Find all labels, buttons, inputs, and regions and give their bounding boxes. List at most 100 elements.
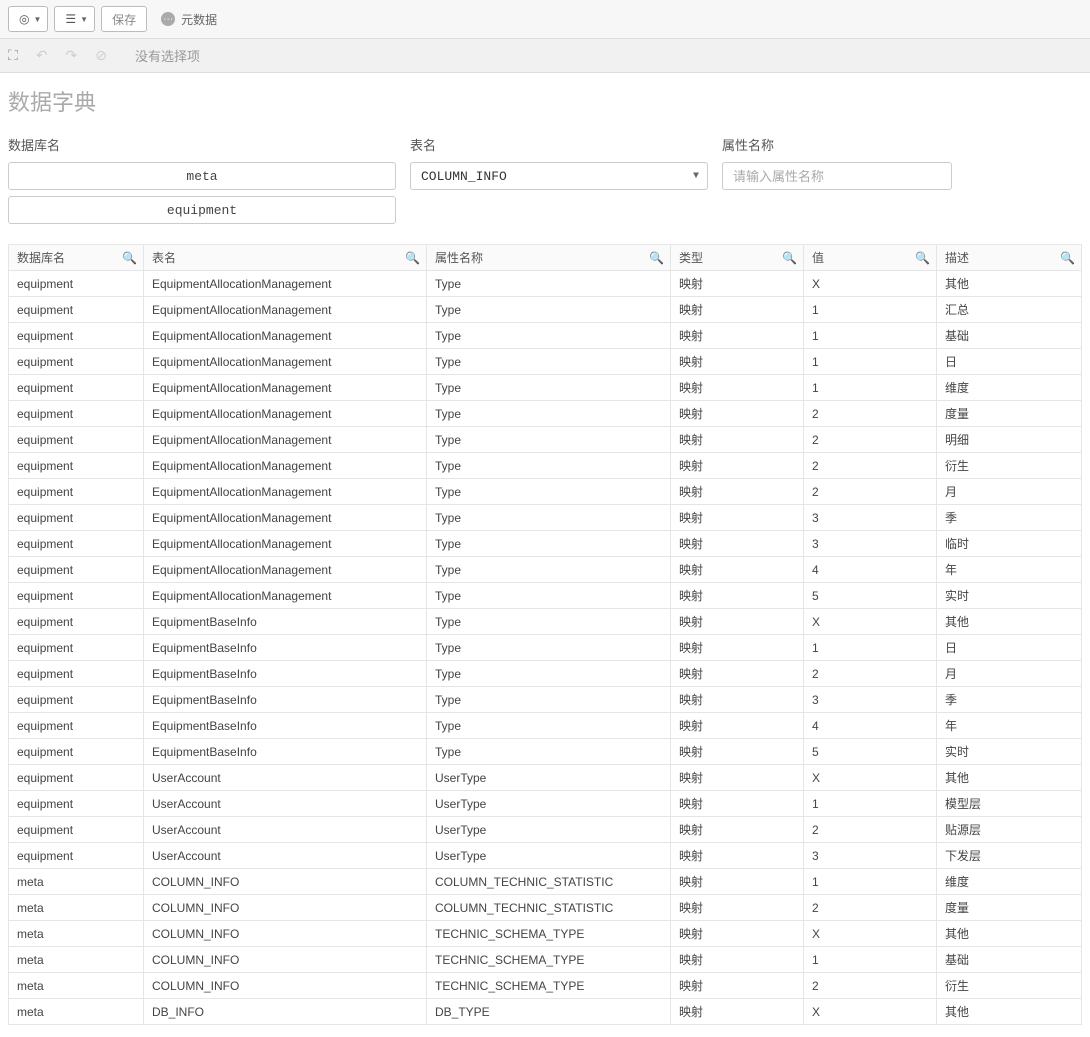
- prop-input[interactable]: [722, 162, 952, 190]
- redo-icon[interactable]: ↷: [66, 47, 78, 64]
- cell-type: 映射: [671, 765, 804, 791]
- table-row[interactable]: equipmentEquipmentBaseInfoType映射5实时: [9, 739, 1082, 765]
- cell-prop: TECHNIC_SCHEMA_TYPE: [427, 973, 671, 999]
- table-row[interactable]: equipmentEquipmentAllocationManagementTy…: [9, 479, 1082, 505]
- table-row[interactable]: equipmentUserAccountUserType映射3下发层: [9, 843, 1082, 869]
- cell-val: 1: [804, 323, 937, 349]
- cell-prop: Type: [427, 661, 671, 687]
- cell-desc: 基础: [937, 947, 1082, 973]
- cell-val: 3: [804, 505, 937, 531]
- cell-val: 4: [804, 557, 937, 583]
- cell-tbl: EquipmentAllocationManagement: [144, 375, 427, 401]
- cell-desc: 其他: [937, 999, 1082, 1025]
- table-row[interactable]: equipmentEquipmentAllocationManagementTy…: [9, 583, 1082, 609]
- cell-prop: Type: [427, 583, 671, 609]
- cell-db: equipment: [9, 271, 144, 297]
- cell-prop: Type: [427, 479, 671, 505]
- table-row[interactable]: equipmentEquipmentAllocationManagementTy…: [9, 531, 1082, 557]
- table-row[interactable]: equipmentEquipmentAllocationManagementTy…: [9, 401, 1082, 427]
- cell-val: 3: [804, 531, 937, 557]
- cell-val: X: [804, 765, 937, 791]
- cell-val: 2: [804, 817, 937, 843]
- table-row[interactable]: equipmentEquipmentAllocationManagementTy…: [9, 557, 1082, 583]
- meta-dot-icon: ⋯: [161, 12, 175, 26]
- table-row[interactable]: equipmentEquipmentAllocationManagementTy…: [9, 427, 1082, 453]
- select-icon[interactable]: ⛶: [8, 47, 18, 64]
- undo-icon[interactable]: ↶: [36, 47, 48, 64]
- cell-db: equipment: [9, 609, 144, 635]
- selection-message: 没有选择项: [135, 46, 200, 65]
- cell-db: equipment: [9, 791, 144, 817]
- table-row[interactable]: equipmentEquipmentAllocationManagementTy…: [9, 271, 1082, 297]
- cell-val: 3: [804, 843, 937, 869]
- cell-prop: UserType: [427, 791, 671, 817]
- db-chip-meta[interactable]: meta: [8, 162, 396, 190]
- cell-prop: UserType: [427, 765, 671, 791]
- cell-desc: 年: [937, 557, 1082, 583]
- th-tbl[interactable]: 表名🔍: [144, 245, 427, 271]
- table-row[interactable]: equipmentEquipmentBaseInfoType映射2月: [9, 661, 1082, 687]
- compass-dropdown-button[interactable]: ◎ ▼: [8, 6, 48, 32]
- cell-type: 映射: [671, 713, 804, 739]
- search-icon[interactable]: 🔍: [122, 251, 137, 265]
- th-db[interactable]: 数据库名🔍: [9, 245, 144, 271]
- search-icon[interactable]: 🔍: [405, 251, 420, 265]
- table-row[interactable]: metaDB_INFODB_TYPE映射X其他: [9, 999, 1082, 1025]
- cell-val: 1: [804, 635, 937, 661]
- table-row[interactable]: equipmentUserAccountUserType映射2贴源层: [9, 817, 1082, 843]
- search-icon[interactable]: 🔍: [1060, 251, 1075, 265]
- save-button[interactable]: 保存: [101, 6, 147, 32]
- table-row[interactable]: equipmentEquipmentAllocationManagementTy…: [9, 453, 1082, 479]
- table-row[interactable]: equipmentEquipmentAllocationManagementTy…: [9, 349, 1082, 375]
- search-icon[interactable]: 🔍: [782, 251, 797, 265]
- table-row[interactable]: equipmentEquipmentAllocationManagementTy…: [9, 323, 1082, 349]
- cell-val: X: [804, 271, 937, 297]
- th-desc[interactable]: 描述🔍: [937, 245, 1082, 271]
- th-type[interactable]: 类型🔍: [671, 245, 804, 271]
- cell-type: 映射: [671, 921, 804, 947]
- cell-prop: COLUMN_TECHNIC_STATISTIC: [427, 895, 671, 921]
- cell-type: 映射: [671, 973, 804, 999]
- table-row[interactable]: metaCOLUMN_INFOTECHNIC_SCHEMA_TYPE映射1基础: [9, 947, 1082, 973]
- table-row[interactable]: equipmentEquipmentAllocationManagementTy…: [9, 505, 1082, 531]
- table-row[interactable]: equipmentEquipmentBaseInfoType映射1日: [9, 635, 1082, 661]
- th-prop[interactable]: 属性名称🔍: [427, 245, 671, 271]
- cell-tbl: EquipmentBaseInfo: [144, 739, 427, 765]
- cell-desc: 日: [937, 349, 1082, 375]
- table-row[interactable]: equipmentUserAccountUserType映射X其他: [9, 765, 1082, 791]
- cell-val: 1: [804, 349, 937, 375]
- cell-prop: TECHNIC_SCHEMA_TYPE: [427, 921, 671, 947]
- cell-tbl: EquipmentBaseInfo: [144, 687, 427, 713]
- table-row[interactable]: equipmentEquipmentBaseInfoType映射3季: [9, 687, 1082, 713]
- cell-desc: 衍生: [937, 973, 1082, 999]
- chevron-down-icon: ▼: [80, 15, 88, 24]
- cell-desc: 日: [937, 635, 1082, 661]
- cell-desc: 年: [937, 713, 1082, 739]
- table-select[interactable]: COLUMN_INFO ▼: [410, 162, 708, 190]
- cell-tbl: COLUMN_INFO: [144, 921, 427, 947]
- th-val[interactable]: 值🔍: [804, 245, 937, 271]
- filter-table-label: 表名: [410, 135, 708, 154]
- table-row[interactable]: equipmentEquipmentAllocationManagementTy…: [9, 375, 1082, 401]
- cell-desc: 维度: [937, 375, 1082, 401]
- search-icon[interactable]: 🔍: [649, 251, 664, 265]
- cell-db: equipment: [9, 479, 144, 505]
- table-row[interactable]: metaCOLUMN_INFOCOLUMN_TECHNIC_STATISTIC映…: [9, 869, 1082, 895]
- cell-type: 映射: [671, 271, 804, 297]
- table-row[interactable]: equipmentEquipmentBaseInfoType映射X其他: [9, 609, 1082, 635]
- db-chip-equipment[interactable]: equipment: [8, 196, 396, 224]
- filter-db-label: 数据库名: [8, 135, 396, 154]
- cell-tbl: EquipmentAllocationManagement: [144, 349, 427, 375]
- search-icon[interactable]: 🔍: [915, 251, 930, 265]
- list-dropdown-button[interactable]: ☰ ▼: [54, 6, 95, 32]
- table-row[interactable]: metaCOLUMN_INFOCOLUMN_TECHNIC_STATISTIC映…: [9, 895, 1082, 921]
- table-row[interactable]: metaCOLUMN_INFOTECHNIC_SCHEMA_TYPE映射X其他: [9, 921, 1082, 947]
- table-row[interactable]: equipmentEquipmentAllocationManagementTy…: [9, 297, 1082, 323]
- table-row[interactable]: equipmentUserAccountUserType映射1模型层: [9, 791, 1082, 817]
- filter-prop: 属性名称: [722, 135, 952, 224]
- table-row[interactable]: equipmentEquipmentBaseInfoType映射4年: [9, 713, 1082, 739]
- clear-icon[interactable]: ⊘: [95, 47, 107, 64]
- table-row[interactable]: metaCOLUMN_INFOTECHNIC_SCHEMA_TYPE映射2衍生: [9, 973, 1082, 999]
- cell-prop: Type: [427, 609, 671, 635]
- cell-db: equipment: [9, 739, 144, 765]
